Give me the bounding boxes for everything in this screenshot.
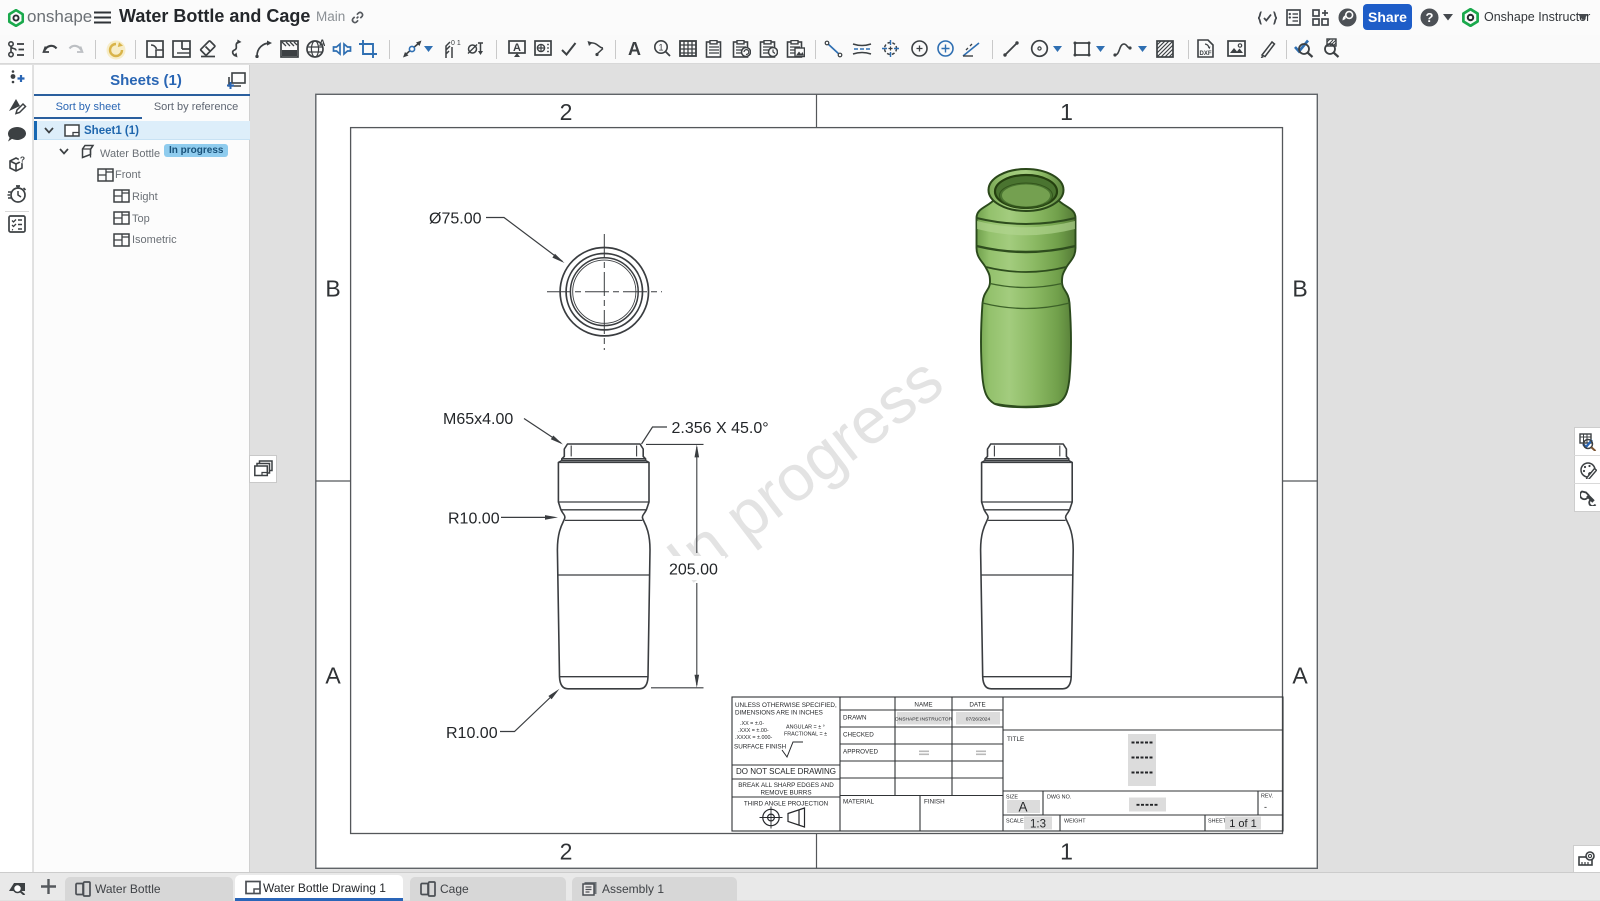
svg-text:1: 1 bbox=[1060, 839, 1073, 865]
svg-text:?: ? bbox=[1426, 10, 1434, 25]
svg-text:Ø75.00: Ø75.00 bbox=[429, 211, 482, 228]
svg-text:2: 2 bbox=[560, 839, 573, 865]
svg-text:R10.00: R10.00 bbox=[448, 511, 500, 528]
svg-text:REMOVE BURRS: REMOVE BURRS bbox=[760, 790, 811, 797]
svg-text:ANGULAR = ± °: ANGULAR = ± ° bbox=[786, 725, 825, 731]
svg-text:07/26/2024: 07/26/2024 bbox=[966, 717, 991, 723]
svg-text:DWG NO.: DWG NO. bbox=[1047, 795, 1071, 801]
svg-text:.XXX = ±.00-: .XXX = ±.00- bbox=[738, 728, 769, 734]
svg-text:-: - bbox=[1264, 802, 1267, 812]
svg-text:SURFACE FINISH: SURFACE FINISH bbox=[734, 744, 787, 751]
svg-text:UNLESS OTHERWISE SPECIFIED,: UNLESS OTHERWISE SPECIFIED, bbox=[735, 702, 837, 709]
svg-text:A: A bbox=[628, 39, 641, 58]
svg-text:CHECKED: CHECKED bbox=[843, 732, 874, 739]
svg-text:APPROVED: APPROVED bbox=[843, 749, 878, 756]
svg-text:0 1 2: 0 1 2 bbox=[451, 40, 461, 47]
svg-text:WEIGHT: WEIGHT bbox=[1064, 819, 1086, 825]
svg-text:?: ? bbox=[20, 155, 25, 165]
svg-text:1: 1 bbox=[658, 43, 663, 53]
svg-text:B: B bbox=[1292, 276, 1307, 302]
svg-text:BREAK ALL SHARP EDGES AND: BREAK ALL SHARP EDGES AND bbox=[738, 782, 834, 789]
svg-text:ONSHAPE INSTRUCTOR: ONSHAPE INSTRUCTOR bbox=[895, 717, 953, 723]
svg-text:1 of 1: 1 of 1 bbox=[1229, 818, 1257, 830]
svg-text:DXF: DXF bbox=[1200, 51, 1212, 57]
svg-text:THIRD ANGLE PROJECTION: THIRD ANGLE PROJECTION bbox=[744, 801, 829, 808]
svg-text:205.00: 205.00 bbox=[669, 562, 718, 579]
svg-text:NAME: NAME bbox=[914, 702, 932, 709]
svg-text:REV.: REV. bbox=[1261, 794, 1273, 800]
svg-text:1:3: 1:3 bbox=[1030, 819, 1046, 831]
svg-text:A: A bbox=[513, 42, 521, 54]
svg-text:DO NOT SCALE DRAWING: DO NOT SCALE DRAWING bbox=[736, 767, 836, 776]
svg-text:M65x4.00: M65x4.00 bbox=[443, 411, 513, 428]
svg-text:DIMENSIONS ARE IN INCHES: DIMENSIONS ARE IN INCHES bbox=[735, 710, 823, 717]
svg-text:FINISH: FINISH bbox=[924, 799, 945, 806]
svg-text:2: 2 bbox=[560, 99, 573, 125]
svg-text:A: A bbox=[1292, 663, 1308, 689]
svg-text:A: A bbox=[325, 663, 341, 689]
svg-text:2.356 X 45.0°: 2.356 X 45.0° bbox=[672, 420, 769, 437]
svg-text:A: A bbox=[319, 39, 325, 48]
svg-text:MATERIAL: MATERIAL bbox=[843, 799, 875, 806]
svg-text:FRACTIONAL = ±: FRACTIONAL = ± bbox=[784, 732, 827, 738]
svg-text:SIZE: SIZE bbox=[1006, 795, 1018, 801]
svg-text:A: A bbox=[1018, 800, 1027, 815]
svg-text:SCALE: SCALE bbox=[1006, 819, 1024, 825]
svg-text:1: 1 bbox=[1060, 99, 1073, 125]
svg-text:B: B bbox=[325, 276, 340, 302]
svg-text:.XXXX = ±.000-: .XXXX = ±.000- bbox=[735, 735, 772, 741]
svg-text:SHEET: SHEET bbox=[1208, 819, 1227, 825]
svg-text:DRAWN: DRAWN bbox=[843, 715, 867, 722]
svg-text:R10.00: R10.00 bbox=[446, 725, 498, 742]
svg-text:DATE: DATE bbox=[969, 702, 985, 709]
svg-text:.XX = ±.0-: .XX = ±.0- bbox=[740, 721, 764, 727]
svg-text:TITLE: TITLE bbox=[1007, 736, 1024, 743]
